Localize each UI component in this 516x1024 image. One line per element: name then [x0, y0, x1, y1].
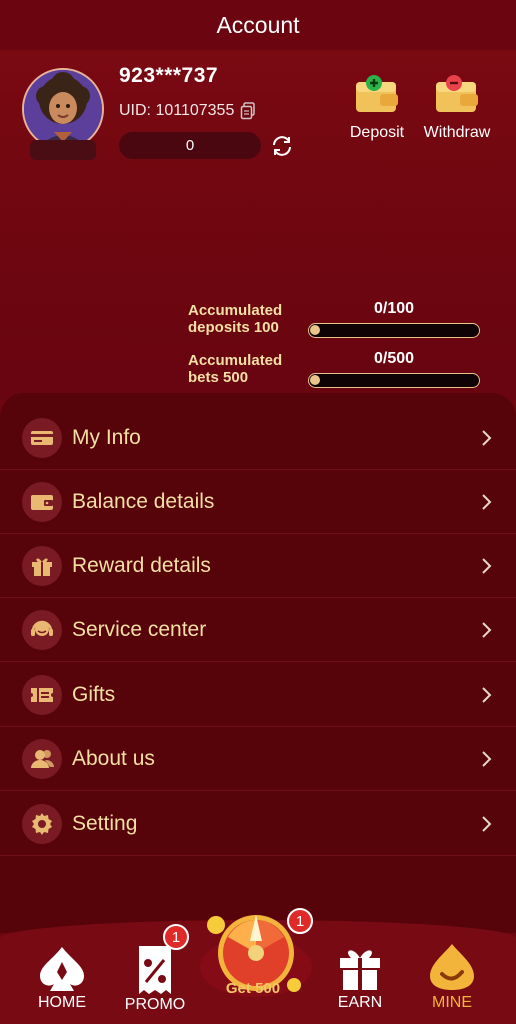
menu-item-service-center[interactable]: Service center: [0, 598, 516, 662]
wallet-icon: [22, 481, 62, 522]
spin-reward-label[interactable]: Get 500: [198, 980, 308, 997]
deposit-progress-label: Accumulated deposits 100: [188, 302, 283, 336]
chevron-right-icon: [482, 429, 492, 446]
wallet-withdraw-icon: [436, 75, 478, 112]
deposit-progress-fill: [310, 325, 320, 335]
menu-item-balance-details[interactable]: Balance details: [0, 470, 516, 534]
chevron-right-icon: [482, 750, 492, 767]
app-header: Account: [0, 0, 516, 50]
headset-icon: [22, 609, 62, 650]
avatar[interactable]: [22, 68, 104, 150]
wallet-deposit-icon: [356, 75, 398, 112]
deposit-progress-bar: [308, 323, 480, 338]
bets-progress-bar: [308, 373, 480, 388]
bets-progress-value: 0/500: [373, 350, 415, 367]
deposit-label: Deposit: [349, 124, 405, 141]
menu-item-setting[interactable]: Setting: [0, 792, 516, 856]
withdraw-button[interactable]: Withdraw: [412, 74, 502, 142]
promo-badge: 1: [163, 924, 189, 950]
menu-item-gifts[interactable]: Gifts: [0, 663, 516, 727]
earn-gift-icon: [340, 950, 380, 990]
balance-value: 0: [185, 137, 195, 154]
nav-promo[interactable]: PROMO: [110, 944, 200, 1014]
gift-icon: [22, 545, 62, 586]
menu-item-label: Balance details: [72, 489, 215, 513]
menu-item-label: Reward details: [72, 553, 211, 577]
chevron-right-icon: [482, 557, 492, 574]
nav-earn-label: EARN: [337, 994, 383, 1011]
nav-earn[interactable]: EARN: [315, 944, 405, 1012]
gear-icon: [22, 803, 62, 844]
username: 923***737: [119, 64, 219, 87]
spin-badge: 1: [287, 908, 313, 934]
account-menu: My Info Balance details Reward details S…: [0, 393, 516, 933]
page-title: Account: [216, 11, 300, 38]
balance-display: 0: [119, 132, 261, 159]
card-icon: [22, 417, 62, 458]
deposit-button[interactable]: Deposit: [332, 74, 422, 142]
ticket-icon: [22, 674, 62, 715]
menu-item-label: About us: [72, 746, 155, 770]
menu-item-reward-details[interactable]: Reward details: [0, 534, 516, 598]
bets-progress-label: Accumulated bets 500: [188, 352, 283, 386]
menu-item-label: Gifts: [72, 682, 116, 706]
nav-home[interactable]: HOME: [17, 944, 107, 1012]
menu-item-my-info[interactable]: My Info: [0, 406, 516, 470]
uid-row: UID: 101107355: [119, 102, 256, 120]
uid-text: UID: 101107355: [119, 102, 235, 119]
avatar-level-plate: [30, 140, 96, 160]
menu-item-label: My Info: [72, 425, 141, 449]
menu-item-about-us[interactable]: About us: [0, 727, 516, 791]
avatar-image: [24, 70, 102, 148]
copy-icon[interactable]: [240, 102, 256, 120]
chevron-right-icon: [482, 493, 492, 510]
withdraw-label: Withdraw: [423, 124, 491, 141]
nav-promo-label: PROMO: [124, 996, 186, 1013]
users-icon: [22, 738, 62, 779]
menu-item-label: Service center: [72, 617, 207, 641]
home-spade-icon: [40, 947, 84, 991]
nav-mine[interactable]: MINE: [407, 940, 497, 1012]
nav-home-label: HOME: [38, 994, 86, 1011]
bets-progress-fill: [310, 375, 320, 385]
chevron-right-icon: [482, 621, 492, 638]
promo-receipt-icon: [139, 946, 171, 994]
menu-item-label: Setting: [72, 811, 138, 835]
nav-mine-label: MINE: [432, 994, 472, 1011]
chevron-right-icon: [482, 686, 492, 703]
deposit-progress-value: 0/100: [373, 300, 415, 317]
chevron-right-icon: [482, 815, 492, 832]
mine-bag-icon: [430, 944, 474, 990]
refresh-icon[interactable]: [270, 134, 294, 158]
